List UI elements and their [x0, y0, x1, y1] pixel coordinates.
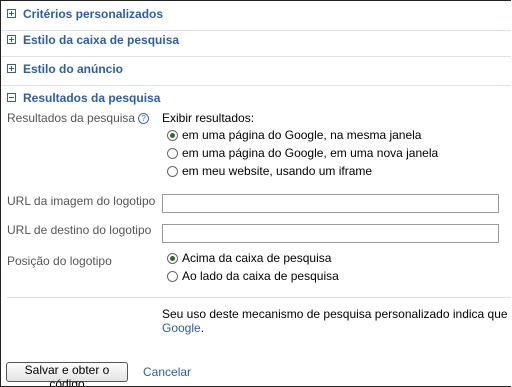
- section-estilo-anuncio[interactable]: Estilo do anúncio: [1, 56, 511, 86]
- section-resultados[interactable]: Resultados da pesquisa: [1, 85, 511, 109]
- divider: [7, 297, 511, 298]
- radio-button[interactable]: [167, 271, 178, 282]
- results-label: Resultados da pesquisa?: [7, 111, 150, 125]
- logo-dest-url-label: URL de destino do logotipo: [7, 223, 152, 237]
- expand-plus-icon[interactable]: [7, 9, 16, 18]
- radio-logo-beside[interactable]: Ao lado da caixa de pesquisa: [167, 269, 339, 283]
- logo-image-url-input[interactable]: [162, 194, 499, 213]
- section-title[interactable]: Estilo da caixa de pesquisa: [23, 33, 179, 47]
- collapse-minus-icon[interactable]: [7, 93, 16, 102]
- radio-new-window[interactable]: em uma página do Google, em uma nova jan…: [167, 146, 438, 160]
- logo-position-label: Posição do logotipo: [7, 254, 112, 268]
- radio-label[interactable]: Acima da caixa de pesquisa: [182, 251, 331, 265]
- section-estilo-caixa[interactable]: Estilo da caixa de pesquisa: [1, 27, 511, 57]
- results-label-text: Resultados da pesquisa: [7, 111, 136, 125]
- section-title[interactable]: Estilo do anúncio: [23, 62, 123, 76]
- terms-text: Seu uso deste mecanismo de pesquisa pers…: [162, 307, 511, 321]
- question-icon[interactable]: ?: [138, 113, 150, 124]
- settings-panel: Critérios personalizados Estilo da caixa…: [0, 0, 511, 387]
- radio-button[interactable]: [167, 148, 178, 159]
- radio-label[interactable]: Ao lado da caixa de pesquisa: [182, 269, 339, 283]
- logo-dest-url-input[interactable]: [162, 224, 499, 243]
- section-title[interactable]: Resultados da pesquisa: [23, 91, 160, 105]
- radio-button[interactable]: [167, 166, 178, 177]
- cancel-link[interactable]: Cancelar: [143, 365, 191, 379]
- radio-button[interactable]: [167, 253, 178, 264]
- radio-iframe[interactable]: em meu website, usando um iframe: [167, 164, 372, 178]
- terms-period: .: [200, 321, 205, 335]
- display-heading: Exibir resultados:: [162, 111, 255, 125]
- terms-notice: Seu uso deste mecanismo de pesquisa pers…: [162, 307, 511, 335]
- radio-label[interactable]: em uma página do Google, em uma nova jan…: [182, 146, 438, 160]
- radio-label[interactable]: em meu website, usando um iframe: [182, 164, 372, 178]
- radio-button[interactable]: [167, 130, 178, 141]
- save-get-code-button[interactable]: Salvar e obter o código: [6, 362, 128, 386]
- expand-plus-icon[interactable]: [7, 35, 16, 44]
- section-title[interactable]: Critérios personalizados: [23, 7, 163, 21]
- logo-image-url-label: URL da imagem do logotipo: [7, 194, 156, 208]
- radio-label[interactable]: em uma página do Google, na mesma janela: [182, 128, 421, 142]
- terms-google-link[interactable]: Google: [162, 321, 201, 335]
- expand-plus-icon[interactable]: [7, 64, 16, 73]
- radio-logo-above[interactable]: Acima da caixa de pesquisa: [167, 251, 331, 265]
- radio-same-window[interactable]: em uma página do Google, na mesma janela: [167, 128, 421, 142]
